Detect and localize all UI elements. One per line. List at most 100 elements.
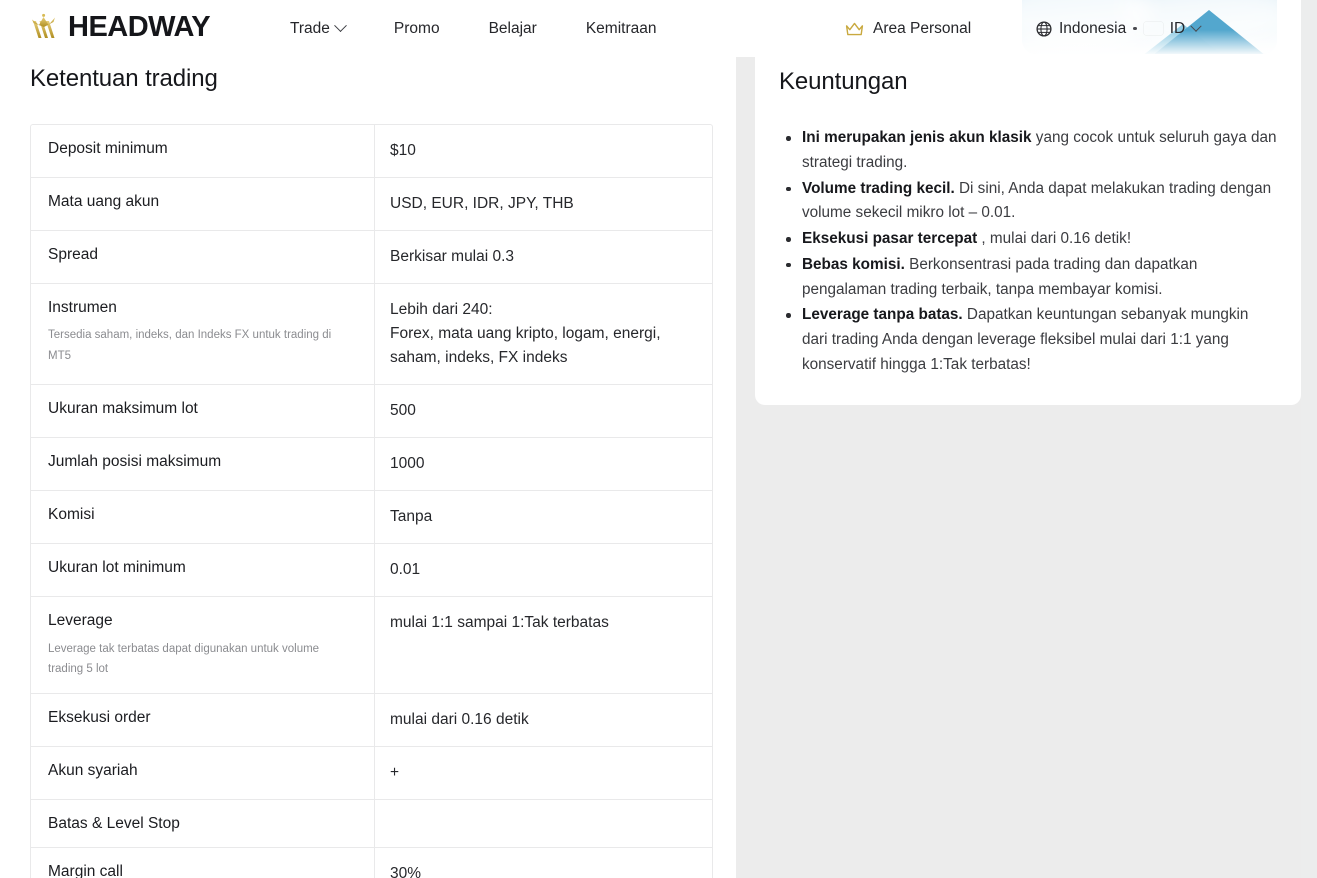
nav-item-kemitraan[interactable]: Kemitraan bbox=[586, 0, 657, 57]
row-value: mulai dari 0.16 detik bbox=[390, 710, 529, 728]
nav-item-label: Belajar bbox=[488, 20, 537, 37]
row-value: mulai 1:1 sampai 1:Tak terbatas bbox=[390, 614, 609, 632]
row-value: Berkisar mulai 0.3 bbox=[390, 248, 515, 266]
table-cell-label: Margin call bbox=[31, 848, 375, 878]
row-label: Deposit minimum bbox=[48, 140, 168, 157]
table-row: Jumlah posisi maksimum 1000 bbox=[31, 438, 712, 492]
table-row: Margin call 30% bbox=[31, 848, 712, 878]
row-label: Leverage bbox=[48, 612, 113, 630]
benefit-headline: Ini merupakan jenis akun klasik bbox=[802, 129, 1032, 146]
table-cell-label: Mata uang akun bbox=[31, 178, 375, 231]
locale-language-label: ID bbox=[1169, 19, 1186, 37]
table-cell-value: mulai 1:1 sampai 1:Tak terbatas bbox=[375, 597, 712, 693]
table-cell-value: 0.01 bbox=[375, 544, 712, 596]
benefits-card: Keuntungan Ini merupakan jenis akun klas… bbox=[755, 46, 1301, 405]
main-navigation: Trade Promo Belajar Kemitraan bbox=[290, 0, 656, 57]
row-label: Ukuran maksimum lot bbox=[48, 400, 198, 418]
table-row: Ukuran maksimum lot 500 bbox=[31, 385, 712, 439]
page-root: HEADWAY Trade Promo Belajar Kemitraan Ar… bbox=[0, 0, 1317, 878]
benefit-description: , mulai dari 0.16 detik! bbox=[977, 230, 1132, 248]
nav-item-belajar[interactable]: Belajar bbox=[489, 0, 565, 57]
headway-crown-mark-icon bbox=[30, 13, 64, 41]
table-cell-value: 1000 bbox=[375, 438, 712, 490]
row-label: Ukuran lot minimum bbox=[48, 559, 186, 577]
row-value: 0.01 bbox=[390, 561, 421, 579]
table-cell-label: Deposit minimum bbox=[31, 125, 375, 178]
logo-wordmark: HEADWAY bbox=[68, 10, 211, 43]
nav-item-promo[interactable]: Promo bbox=[394, 0, 468, 57]
chevron-down-icon bbox=[334, 19, 347, 33]
table-cell-label: Leverage Leverage tak terbatas dapat digu… bbox=[31, 597, 375, 693]
table-cell-value: USD, EUR, IDR, JPY, THB bbox=[375, 178, 712, 230]
row-label: Spread bbox=[48, 246, 98, 264]
row-label: Instrumen bbox=[48, 299, 117, 317]
table-cell-value: mulai dari 0.16 detik bbox=[375, 694, 712, 746]
personal-area-label: Area Personal bbox=[873, 19, 972, 37]
row-value: USD, EUR, IDR, JPY, THB bbox=[390, 195, 574, 213]
row-label: Akun syariah bbox=[48, 761, 138, 779]
table-cell-label: Jumlah posisi maksimum bbox=[31, 438, 375, 491]
row-label: Jumlah posisi maksimum bbox=[48, 453, 222, 471]
globe-icon bbox=[1036, 20, 1052, 37]
table-row: Spread Berkisar mulai 0.3 bbox=[31, 231, 712, 285]
row-label: Komisi bbox=[48, 506, 95, 524]
table-row: Eksekusi order mulai dari 0.16 detik bbox=[31, 693, 712, 747]
benefit-headline: Volume trading kecil. bbox=[802, 179, 955, 197]
table-row: Leverage Leverage tak terbatas dapat digu… bbox=[31, 597, 712, 694]
table-cell-value: $10 bbox=[375, 125, 712, 177]
table-row: Ukuran lot minimum 0.01 bbox=[31, 544, 712, 598]
personal-area-link[interactable]: Area Personal bbox=[845, 0, 971, 57]
table-cell-label: Batas & Level Stop bbox=[31, 799, 375, 848]
table-cell-label: Ukuran lot minimum bbox=[31, 544, 375, 597]
benefits-title: Keuntungan bbox=[779, 68, 908, 95]
table-row: Deposit minimum $10 bbox=[31, 125, 712, 179]
separator-dot bbox=[1133, 26, 1137, 31]
row-value: + bbox=[390, 763, 400, 781]
row-value: Tanpa bbox=[390, 508, 433, 526]
row-value: 1000 bbox=[390, 455, 425, 473]
row-label: Margin call bbox=[48, 863, 123, 878]
nav-item-trade[interactable]: Trade bbox=[290, 0, 373, 57]
nav-item-label: Trade bbox=[290, 20, 330, 37]
row-label: Mata uang akun bbox=[48, 193, 160, 211]
table-cell-label: Instrumen Tersedia saham, indeks, dan Ind… bbox=[31, 284, 375, 385]
list-item: Leverage tanpa batas. Dapatkan keuntunga… bbox=[786, 303, 1277, 377]
benefit-headline: Leverage tanpa batas. bbox=[802, 306, 963, 324]
table-cell-value: Berkisar mulai 0.3 bbox=[375, 231, 712, 283]
benefits-list: Ini merupakan jenis akun klasik yang coc… bbox=[779, 126, 1277, 378]
page-title: Ketentuan trading bbox=[30, 65, 218, 92]
locale-selector[interactable]: Indonesia ID bbox=[1036, 0, 1202, 57]
site-logo[interactable]: HEADWAY bbox=[30, 10, 211, 44]
flag-indonesia-icon bbox=[1144, 22, 1163, 35]
table-cell-label: Eksekusi order bbox=[31, 693, 375, 746]
table-row: Komisi Tanpa bbox=[31, 491, 712, 545]
table-row: Instrumen Tersedia saham, indeks, dan Ind… bbox=[31, 284, 712, 386]
table-cell-label: Akun syariah bbox=[31, 746, 375, 799]
trading-conditions-table: Deposit minimum $10 Mata uang akun USD, EUR… bbox=[30, 124, 713, 878]
list-item: Eksekusi pasar tercepat , mulai dari 0.1… bbox=[786, 227, 1277, 252]
site-header: HEADWAY Trade Promo Belajar Kemitraan Ar… bbox=[0, 0, 1301, 57]
benefit-headline: Bebas komisi. bbox=[802, 255, 905, 273]
list-item: Bebas komisi. Berkonsentrasi pada tradin… bbox=[786, 253, 1277, 303]
nav-item-label: Promo bbox=[393, 20, 440, 37]
page-scrollbar-gutter[interactable] bbox=[1301, 0, 1317, 878]
table-cell-value: 500 bbox=[375, 385, 712, 437]
row-value: 30% bbox=[390, 865, 422, 878]
table-cell-value bbox=[375, 800, 712, 847]
row-value: Lebih dari 240: Forex, mata uang kripto,… bbox=[390, 301, 661, 367]
table-row: Batas & Level Stop bbox=[31, 799, 712, 849]
table-row: Akun syariah + bbox=[31, 746, 712, 800]
locale-country-label: Indonesia bbox=[1059, 19, 1127, 37]
benefit-headline: Eksekusi pasar tercepat bbox=[802, 230, 978, 248]
row-label: Batas & Level Stop bbox=[48, 814, 180, 832]
table-cell-value: Tanpa bbox=[375, 491, 712, 543]
chevron-down-icon bbox=[1190, 20, 1202, 32]
trading-conditions-column: Ketentuan trading Deposit minimum $10 Mata… bbox=[0, 57, 736, 878]
table-cell-label: Spread bbox=[31, 231, 375, 284]
list-item: Volume trading kecil. Di sini, Anda dapa… bbox=[786, 177, 1277, 227]
table-cell-value: + bbox=[375, 747, 712, 799]
row-value: 500 bbox=[390, 402, 416, 420]
row-label-note: Tersedia saham, indeks, dan Indeks FX un… bbox=[48, 329, 332, 362]
table-cell-value: Lebih dari 240: Forex, mata uang kripto,… bbox=[375, 284, 712, 384]
nav-item-label: Kemitraan bbox=[585, 20, 657, 37]
